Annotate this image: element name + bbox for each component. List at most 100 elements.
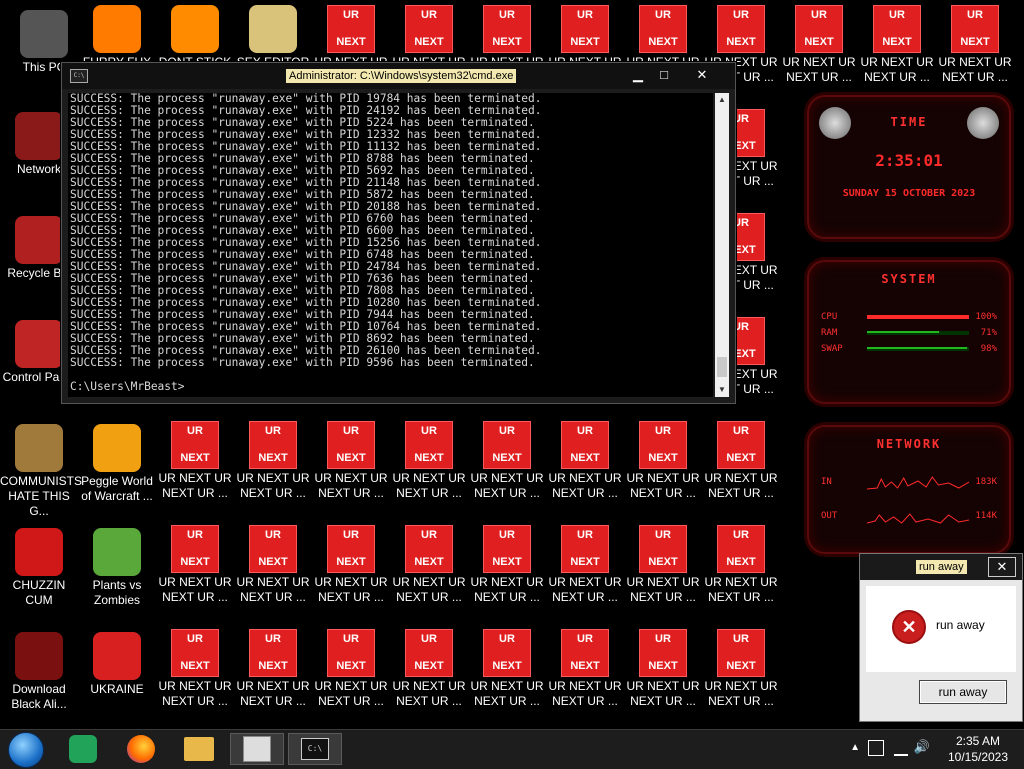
ur-next-icon-shortcut[interactable]: UR NEXT UR NEXT UR NEXT UR ...	[390, 421, 468, 501]
ur-next-icon-shortcut[interactable]: UR NEXT UR NEXT UR NEXT UR ...	[234, 525, 312, 605]
cmd-scrollbar[interactable]: ▲ ▼	[715, 93, 729, 397]
desktop-icon[interactable]: SEX EDITOR	[234, 5, 312, 70]
computer-icon	[20, 10, 68, 58]
scroll-down-icon[interactable]: ▼	[715, 383, 729, 397]
ur-next-icon-shortcut[interactable]: UR NEXT UR NEXT UR NEXT UR ...	[624, 421, 702, 501]
desktop-icon-label: UR NEXT UR NEXT UR ...	[314, 679, 388, 708]
ur-next-icon-shortcut[interactable]: UR NEXT UR NEXT UR NEXT UR ...	[156, 421, 234, 501]
desktop-icon[interactable]: Peggle World of Warcraft ...	[78, 424, 156, 504]
ur-next-icon-shortcut[interactable]: UR NEXT UR NEXT UR NEXT UR ...	[546, 525, 624, 605]
cmd-output[interactable]: SUCCESS: The process "runaway.exe" with …	[68, 93, 713, 397]
ram-label: RAM	[821, 328, 838, 338]
dialog-message: run away	[936, 618, 985, 632]
ur-next-icon-shortcut[interactable]: UR NEXT UR NEXT UR NEXT UR ...	[312, 629, 390, 709]
ur-next-icon-shortcut[interactable]: UR NEXT UR NEXT UR NEXT UR ...	[624, 629, 702, 709]
ur-icon-top-text: UR	[265, 425, 281, 437]
ur-next-icon-shortcut[interactable]: UR NEXT UR NEXT UR NEXT UR ...	[156, 629, 234, 709]
ur-next-icon: UR NEXT	[561, 421, 609, 469]
cpu-value: 100%	[975, 312, 997, 322]
ur-next-icon-shortcut[interactable]: UR NEXT UR NEXT UR NEXT UR ...	[468, 421, 546, 501]
start-orb-icon[interactable]	[8, 732, 44, 768]
desktop-icon[interactable]: UKRAINE	[78, 632, 156, 697]
desktop-icon[interactable]: Plants vs Zombies	[78, 528, 156, 608]
ur-next-icon-shortcut[interactable]: UR NEXT UR NEXT UR NEXT UR ...	[312, 421, 390, 501]
ur-next-icon: UR NEXT	[171, 421, 219, 469]
volume-icon[interactable]: 🔊	[914, 739, 930, 755]
ur-next-icon-shortcut[interactable]: UR NEXT UR NEXT UR NEXT UR ...	[234, 629, 312, 709]
network-icon[interactable]	[894, 740, 908, 756]
runaway-dialog[interactable]: run away ✕ ✕ run away run away	[859, 553, 1023, 722]
ur-icon-bottom-text: NEXT	[726, 36, 756, 48]
ur-next-icon-shortcut[interactable]: UR NEXT UR NEXT UR NEXT UR ...	[312, 525, 390, 605]
tray-arrow-icon[interactable]: ▲	[850, 742, 860, 753]
notes-app-button[interactable]	[56, 733, 110, 765]
ur-next-icon-shortcut[interactable]: UR NEXT UR NEXT UR NEXT UR ...	[936, 5, 1014, 85]
desktop-icon-label: UR NEXT UR NEXT UR ...	[782, 55, 856, 84]
ur-next-icon-shortcut[interactable]: UR NEXT UR NEXT UR NEXT UR ...	[156, 525, 234, 605]
scroll-thumb[interactable]	[717, 357, 727, 377]
desktop-icon[interactable]: Download Black Ali...	[0, 632, 78, 712]
cmd-prompt[interactable]: C:\Users\MrBeast>	[70, 381, 713, 393]
close-button[interactable]: ✕	[692, 67, 712, 83]
ur-next-icon: UR NEXT	[405, 525, 453, 573]
ur-next-icon-shortcut[interactable]: UR NEXT UR NEXT UR NEXT UR ...	[702, 525, 780, 605]
cmd-window[interactable]: C:\ Administrator: C:\Windows\system32\c…	[61, 62, 736, 404]
ur-next-icon-shortcut[interactable]: UR NEXT UR NEXT UR NEXT UR ...	[390, 629, 468, 709]
ur-icon-top-text: UR	[733, 529, 749, 541]
time-title: TIME	[890, 115, 928, 129]
error-icon: ✕	[892, 610, 926, 644]
ur-icon-top-text: UR	[733, 633, 749, 645]
desktop-icon[interactable]: FURRY FUX	[78, 5, 156, 70]
ur-next-icon-shortcut[interactable]: UR NEXT UR NEXT UR NEXT UR ...	[702, 629, 780, 709]
desktop-icon-label: UR NEXT UR NEXT UR ...	[392, 679, 466, 708]
ur-next-icon-shortcut[interactable]: UR NEXT UR NEXT UR NEXT UR ...	[624, 525, 702, 605]
ram-value: 71%	[980, 328, 997, 338]
radiation-icon	[93, 632, 141, 680]
firefox-app-button[interactable]	[114, 733, 168, 765]
clock-time: 2:35 AM	[955, 734, 1001, 748]
ur-next-icon-shortcut[interactable]: UR NEXT UR NEXT UR NEXT UR ...	[468, 525, 546, 605]
gadget-time: 2:35:01	[875, 151, 943, 170]
dialog-close-button[interactable]: ✕	[988, 557, 1016, 577]
out-graph	[867, 513, 969, 524]
ur-icon-top-text: UR	[577, 633, 593, 645]
ur-icon-bottom-text: NEXT	[960, 36, 990, 48]
ur-next-icon-shortcut[interactable]: UR NEXT UR NEXT UR NEXT UR ...	[780, 5, 858, 85]
ur-next-icon-shortcut[interactable]: UR NEXT UR NEXT UR NEXT UR ...	[390, 525, 468, 605]
document-app-button[interactable]	[230, 733, 284, 765]
desktop-icon[interactable]: COMMUNISTS HATE THIS G...	[0, 424, 82, 519]
file-explorer-button[interactable]	[172, 733, 226, 765]
cmd-app-button[interactable]: C:\	[288, 733, 342, 765]
desktop-icon-label: Plants vs Zombies	[92, 578, 142, 607]
hxd-icon	[249, 5, 297, 53]
ur-next-icon-shortcut[interactable]: UR NEXT UR NEXT UR NEXT UR ...	[234, 421, 312, 501]
dialog-titlebar[interactable]: run away ✕	[860, 554, 1022, 580]
ur-next-icon: UR NEXT	[483, 5, 531, 53]
scroll-up-icon[interactable]: ▲	[715, 93, 729, 107]
in-value: 183K	[975, 477, 997, 487]
minimize-button[interactable]: ▁	[628, 67, 648, 83]
desktop-icon-label: UR NEXT UR NEXT UR ...	[548, 471, 622, 500]
desktop-icon-label: UR NEXT UR NEXT UR ...	[236, 679, 310, 708]
alien-network-icon	[15, 112, 63, 160]
ur-icon-top-text: UR	[343, 529, 359, 541]
ur-next-icon-shortcut[interactable]: UR NEXT UR NEXT UR NEXT UR ...	[702, 421, 780, 501]
run-away-button[interactable]: run away	[919, 680, 1007, 704]
time-panel: TIME 2:35:01 SUNDAY 15 OCTOBER 2023	[807, 95, 1011, 239]
cpu-label: CPU	[821, 312, 838, 322]
ur-next-icon-shortcut[interactable]: UR NEXT UR NEXT UR NEXT UR ...	[858, 5, 936, 85]
action-center-icon[interactable]	[868, 740, 884, 756]
ur-next-icon-shortcut[interactable]: UR NEXT UR NEXT UR NEXT UR ...	[468, 629, 546, 709]
ur-icon-bottom-text: NEXT	[648, 556, 678, 568]
desktop-icon[interactable]: CHUZZIN CUM	[0, 528, 78, 608]
ur-next-icon-shortcut[interactable]: UR NEXT UR NEXT UR NEXT UR ...	[546, 629, 624, 709]
alien-icon	[15, 632, 63, 680]
desktop-icon-label: UR NEXT UR NEXT UR ...	[392, 471, 466, 500]
clock[interactable]: 2:35 AM 10/15/2023	[940, 733, 1016, 765]
cmd-titlebar[interactable]: C:\ Administrator: C:\Windows\system32\c…	[62, 63, 735, 89]
ur-next-icon-shortcut[interactable]: UR NEXT UR NEXT UR NEXT UR ...	[546, 421, 624, 501]
ur-next-icon: UR NEXT	[249, 629, 297, 677]
maximize-button[interactable]: □	[654, 67, 674, 83]
ur-icon-top-text: UR	[187, 529, 203, 541]
out-label: OUT	[821, 511, 838, 521]
